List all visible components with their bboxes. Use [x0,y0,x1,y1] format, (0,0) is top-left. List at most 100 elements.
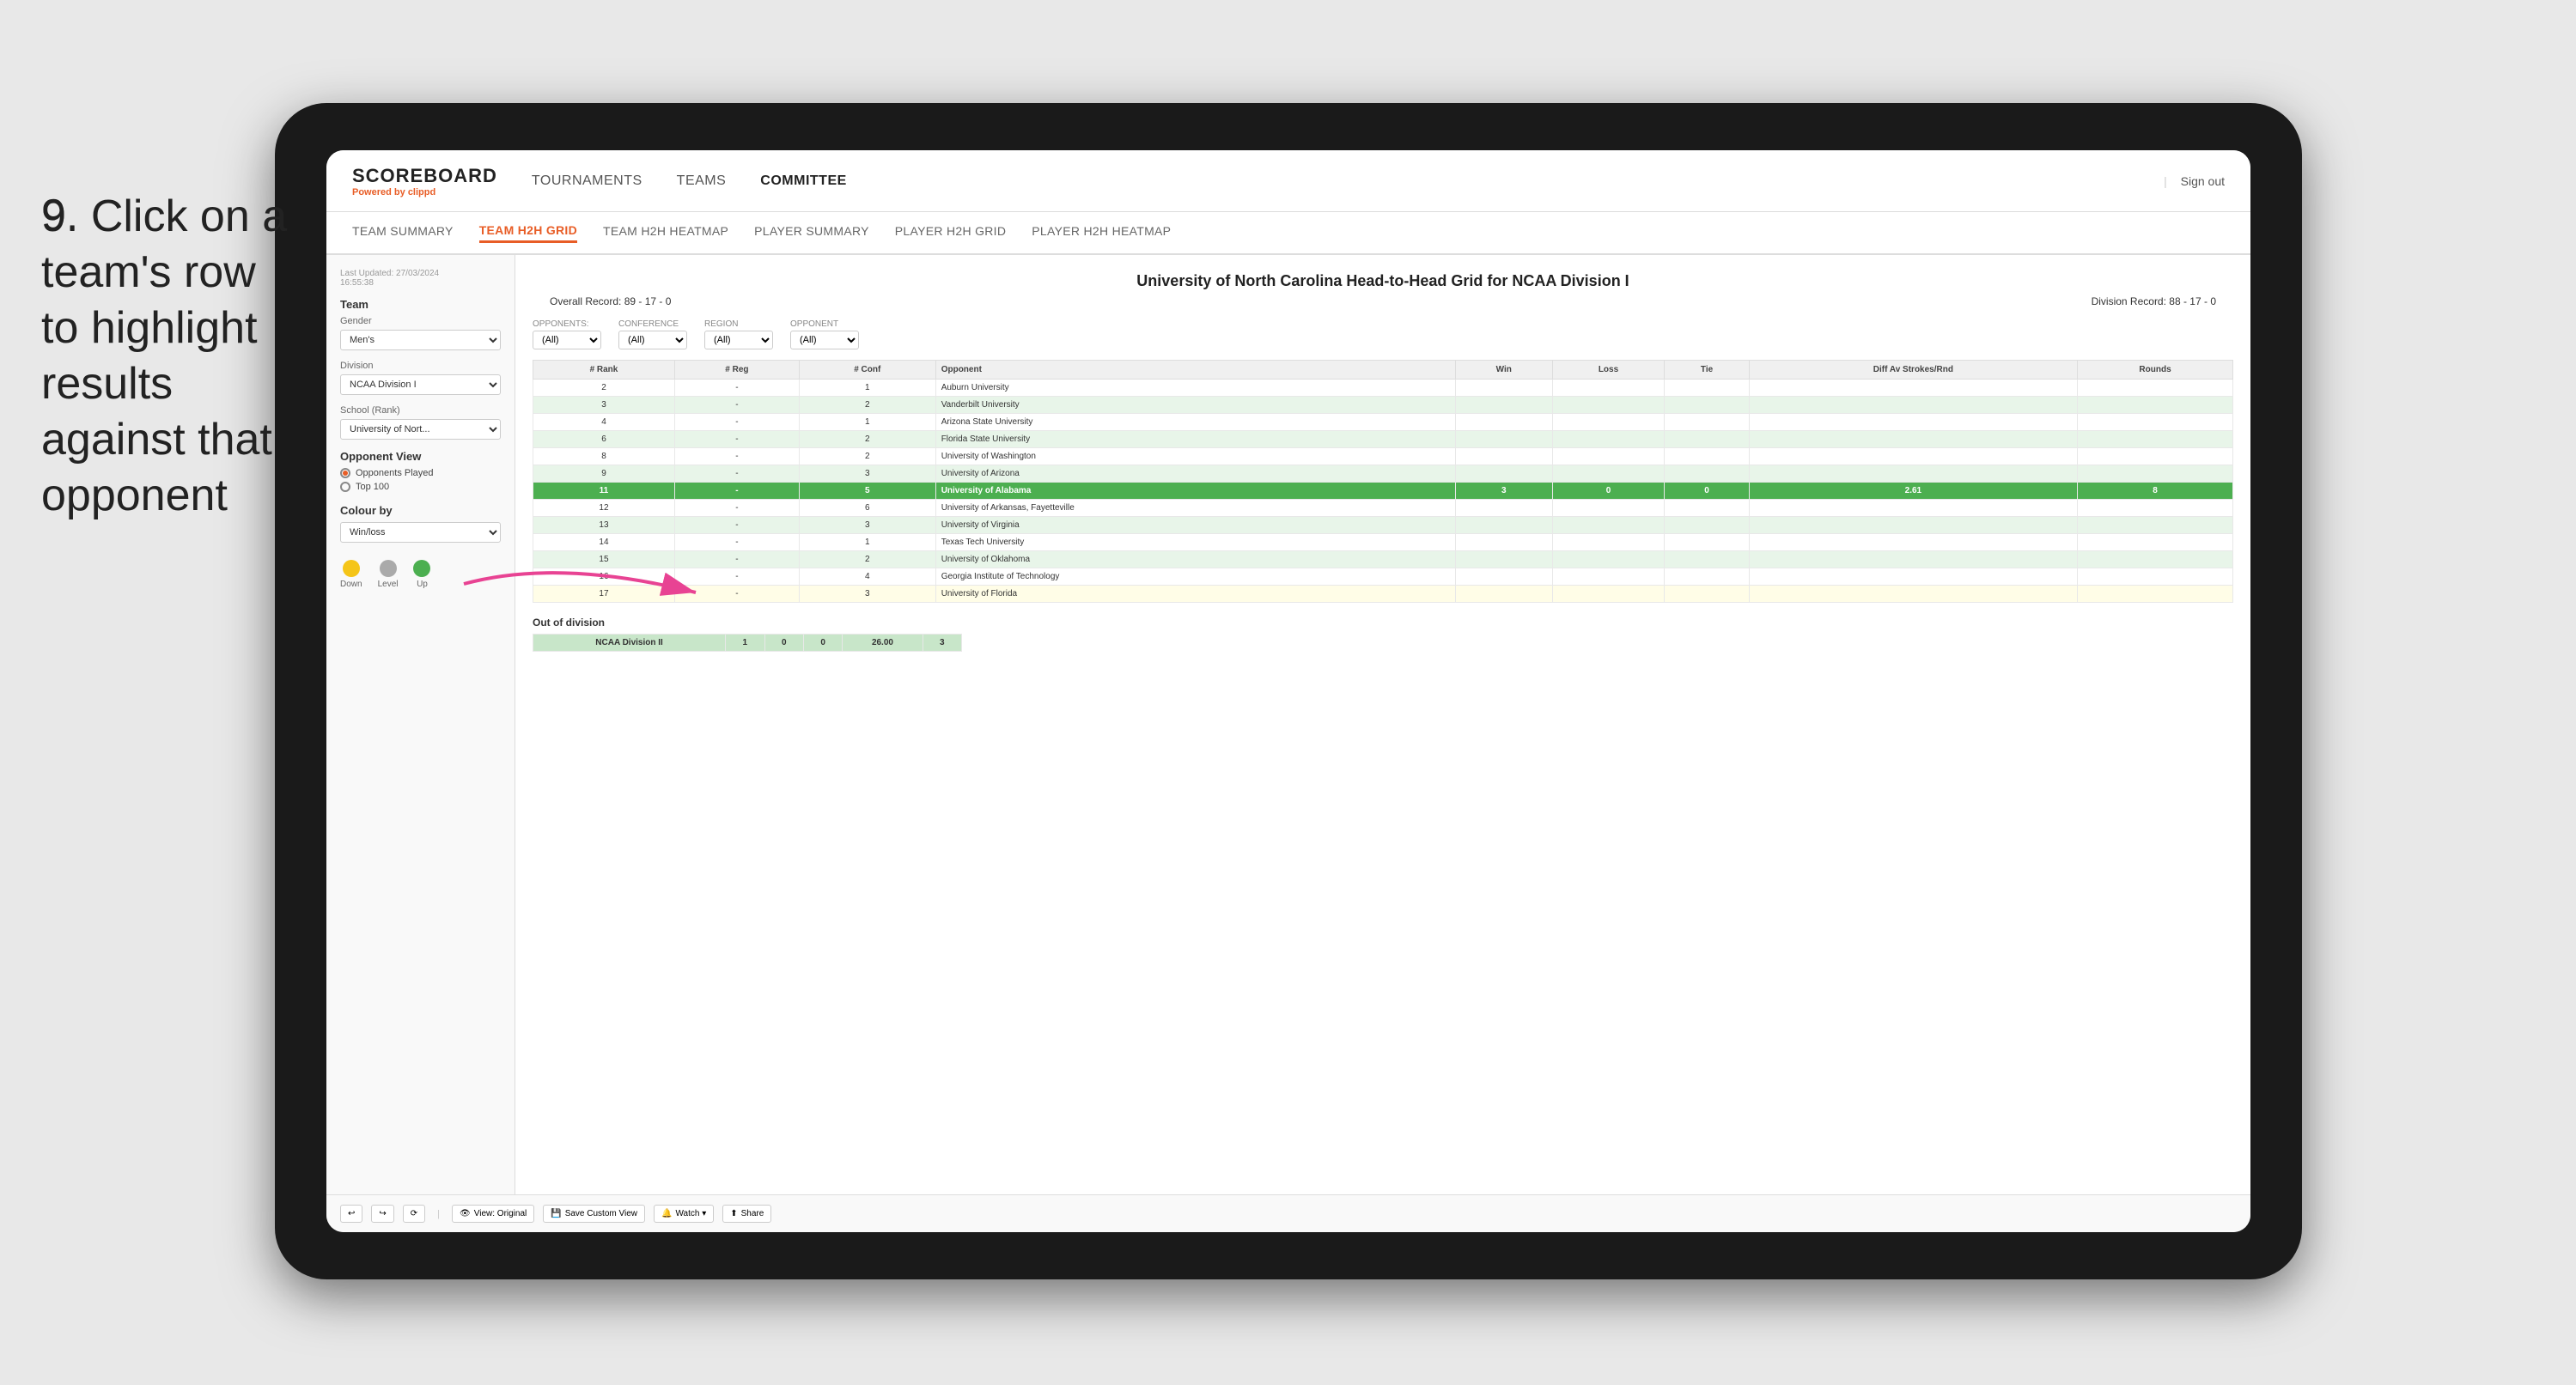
table-row[interactable]: 14-1Texas Tech University [533,534,2233,551]
share-label: Share [741,1209,764,1218]
cell-rounds [2078,465,2233,483]
cell-tie [1665,517,1749,534]
cell-loss [1552,380,1665,397]
table-row[interactable]: 3-2Vanderbilt University [533,397,2233,414]
table-row[interactable]: 2-1Auburn University [533,380,2233,397]
table-row[interactable]: 13-3University of Virginia [533,517,2233,534]
cell-reg: - [674,397,799,414]
region-select[interactable]: (All) [704,331,773,349]
share-button[interactable]: ⬆ Share [722,1205,771,1223]
tab-player-summary[interactable]: PLAYER SUMMARY [754,224,869,241]
cell-conf: 5 [799,483,935,500]
opponent-view-group: Opponents Played Top 100 [340,468,501,492]
cell-tie [1665,431,1749,448]
view-original-button[interactable]: 👁 View: Original [452,1205,534,1223]
save-icon: 💾 [551,1209,561,1218]
cell-loss [1552,517,1665,534]
tab-team-summary[interactable]: TEAM SUMMARY [352,224,454,241]
out-of-division-row[interactable]: NCAA Division II 1 0 0 26.00 3 [533,635,962,652]
watch-label: Watch ▾ [675,1209,706,1218]
cell-opponent: Arizona State University [935,414,1455,431]
cell-opponent: Auburn University [935,380,1455,397]
cell-rounds [2078,431,2233,448]
cell-opponent: Florida State University [935,431,1455,448]
logo-powered: Powered by clippd [352,187,497,197]
sign-out-link[interactable]: Sign out [2181,174,2225,188]
undo-button[interactable]: ↩ [340,1205,362,1223]
grid-records: Overall Record: 89 - 17 - 0 Division Rec… [533,295,2233,307]
cell-opponent: University of Arizona [935,465,1455,483]
colour-by-select[interactable]: Win/loss [340,522,501,543]
nav-committee[interactable]: COMMITTEE [760,173,847,189]
cell-conf: 3 [799,586,935,603]
nav-tournaments[interactable]: TOURNAMENTS [532,173,642,189]
opponent-select[interactable]: (All) [790,331,859,349]
table-row[interactable]: 16-4Georgia Institute of Technology [533,568,2233,586]
cell-rounds [2078,380,2233,397]
cell-win [1456,431,1553,448]
tab-player-h2h-grid[interactable]: PLAYER H2H GRID [895,224,1007,241]
col-loss: Loss [1552,361,1665,380]
level-dot [380,560,397,577]
gender-select[interactable]: Men's [340,330,501,350]
table-row[interactable]: 6-2Florida State University [533,431,2233,448]
reset-button[interactable]: ⟳ [403,1205,425,1223]
grid-title: University of North Carolina Head-to-Hea… [533,272,2233,290]
table-row[interactable]: 15-2University of Oklahoma [533,551,2233,568]
cell-reg: - [674,500,799,517]
cell-diff [1749,465,2077,483]
opponents-select[interactable]: (All) [533,331,601,349]
opponent-view-title: Opponent View [340,450,501,463]
out-of-div-diff: 26.00 [843,635,923,652]
table-row[interactable]: 9-3University of Arizona [533,465,2233,483]
cell-reg: - [674,465,799,483]
cell-rank: 8 [533,448,675,465]
redo-button[interactable]: ↪ [371,1205,393,1223]
table-row[interactable]: 4-1Arizona State University [533,414,2233,431]
opponents-played-radio[interactable]: Opponents Played [340,468,501,478]
tablet-screen: SCOREBOARD Powered by clippd TOURNAMENTS… [326,150,2250,1232]
cell-rounds [2078,568,2233,586]
cell-conf: 2 [799,448,935,465]
tab-player-h2h-heatmap[interactable]: PLAYER H2H HEATMAP [1032,224,1171,241]
undo-icon: ↩ [348,1209,355,1218]
cell-diff: 2.61 [1749,483,2077,500]
cell-win [1456,448,1553,465]
cell-loss [1552,431,1665,448]
cell-win [1456,534,1553,551]
conference-filter-label: Conference [618,319,687,329]
cell-loss [1552,500,1665,517]
tab-team-h2h-heatmap[interactable]: TEAM H2H HEATMAP [603,224,728,241]
school-select[interactable]: University of Nort... [340,419,501,440]
save-custom-button[interactable]: 💾 Save Custom View [543,1205,645,1223]
main-content: Last Updated: 27/03/2024 16:55:38 Team G… [326,255,2250,1194]
instruction-block: 9. Click on a team's row to highlight re… [41,189,299,524]
cell-tie [1665,380,1749,397]
opponents-filter-label: Opponents: [533,319,601,329]
bottom-toolbar: ↩ ↪ ⟳ | 👁 View: Original 💾 Save Custom V… [326,1194,2250,1232]
cell-rounds [2078,397,2233,414]
cell-loss [1552,448,1665,465]
out-of-division-title: Out of division [533,617,2233,629]
cell-conf: 3 [799,465,935,483]
up-dot [413,560,430,577]
cell-opponent: University of Oklahoma [935,551,1455,568]
col-tie: Tie [1665,361,1749,380]
cell-reg: - [674,414,799,431]
division-select[interactable]: NCAA Division I [340,374,501,395]
cell-opponent: University of Arkansas, Fayetteville [935,500,1455,517]
table-row[interactable]: 11-5University of Alabama3002.618 [533,483,2233,500]
table-row[interactable]: 12-6University of Arkansas, Fayetteville [533,500,2233,517]
sub-nav: TEAM SUMMARY TEAM H2H GRID TEAM H2H HEAT… [326,212,2250,255]
top-100-radio[interactable]: Top 100 [340,482,501,492]
cell-rank: 3 [533,397,675,414]
conference-select[interactable]: (All) [618,331,687,349]
cell-loss [1552,551,1665,568]
nav-teams[interactable]: TEAMS [677,173,727,189]
tab-team-h2h-grid[interactable]: TEAM H2H GRID [479,223,577,243]
table-row[interactable]: 8-2University of Washington [533,448,2233,465]
table-row[interactable]: 17-3University of Florida [533,586,2233,603]
watch-button[interactable]: 🔔 Watch ▾ [654,1205,714,1223]
last-updated: Last Updated: 27/03/2024 16:55:38 [340,269,501,288]
legend-down: Down [340,560,362,589]
